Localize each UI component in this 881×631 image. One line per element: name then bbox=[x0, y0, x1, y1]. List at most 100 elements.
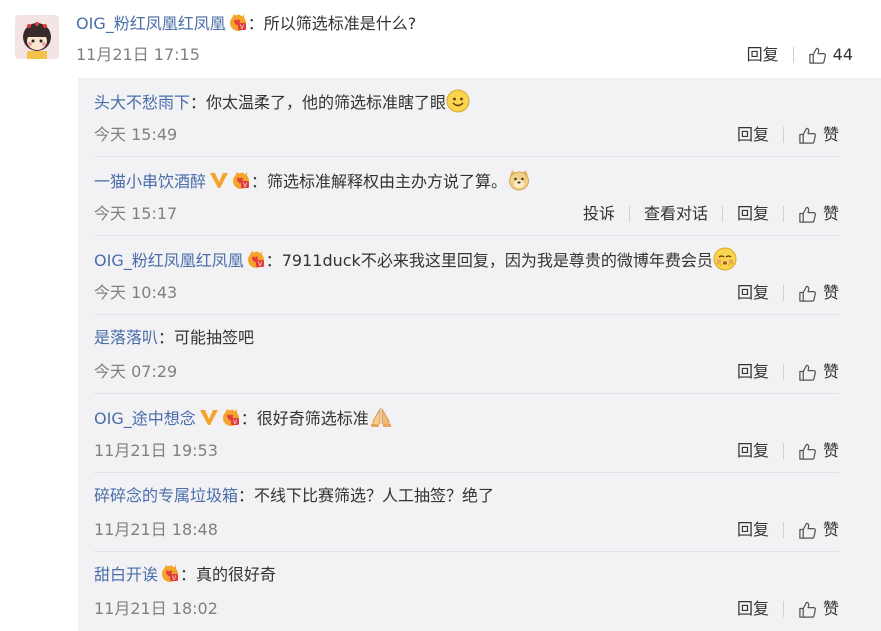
reply-text: 筛选标准解释权由主办方说了算。 bbox=[267, 172, 508, 191]
avatar-icon bbox=[15, 15, 59, 59]
reply-button[interactable]: 回复 bbox=[737, 361, 769, 383]
reply-text: 很好奇筛选标准 bbox=[256, 409, 369, 428]
action-divider bbox=[628, 206, 630, 222]
like-button[interactable]: 44 bbox=[808, 44, 853, 66]
shy-emoji-icon bbox=[713, 247, 737, 271]
reply-time: 11月21日 18:02 bbox=[94, 599, 218, 618]
reply-button[interactable]: 回复 bbox=[737, 598, 769, 620]
thumbs-up-icon bbox=[808, 46, 827, 65]
reply-text: 7911duck不必来我这里回复，因为我是尊贵的微博年费会员 bbox=[281, 251, 713, 270]
like-button[interactable]: 赞 bbox=[798, 440, 839, 462]
action-divider bbox=[782, 206, 784, 222]
like-button[interactable]: 赞 bbox=[798, 282, 839, 304]
like-label: 赞 bbox=[822, 204, 839, 223]
reply-item: OIG_途中想念 ：很好奇筛选标准 11月21日 19:53 回复 赞 bbox=[78, 394, 881, 473]
verified-v-icon[interactable] bbox=[199, 408, 219, 426]
reply-button[interactable]: 回复 bbox=[737, 203, 769, 225]
reply-line: 是落落叭：可能抽签吧 bbox=[94, 326, 254, 350]
reply-username[interactable]: 碎碎念的专属垃圾箱 bbox=[94, 486, 238, 505]
reply-line: OIG_途中想念 ：很好奇筛选标准 bbox=[94, 405, 393, 431]
reply-text: 真的很好奇 bbox=[196, 565, 277, 584]
reply-username[interactable]: 是落落叭 bbox=[94, 328, 158, 347]
verified-v-icon[interactable] bbox=[209, 171, 229, 189]
reply-line: 碎碎念的专属垃圾箱：不线下比赛筛选？人工抽签？绝了 bbox=[94, 484, 494, 508]
like-button[interactable]: 赞 bbox=[798, 124, 839, 146]
reply-button[interactable]: 回复 bbox=[737, 124, 769, 146]
like-label: 赞 bbox=[822, 441, 839, 460]
thumbs-up-icon bbox=[798, 284, 817, 303]
reply-line: 头大不愁雨下：你太温柔了，他的筛选标准瞎了眼 bbox=[94, 89, 470, 115]
reply-button[interactable]: 回复 bbox=[737, 440, 769, 462]
top-comment-line: OIG_粉红凤凰红凤凰 ：所以筛选标准是什么? bbox=[76, 12, 416, 35]
like-label: 赞 bbox=[822, 125, 839, 144]
separator: ： bbox=[238, 486, 255, 505]
pray-emoji-icon bbox=[370, 407, 391, 427]
like-button[interactable]: 赞 bbox=[798, 203, 839, 225]
action-divider bbox=[782, 601, 784, 617]
reply-line: 甜白开诶 ：真的很好奇 bbox=[94, 563, 276, 587]
reply-button[interactable]: 回复 bbox=[737, 519, 769, 541]
reply-item: 一猫小串饮酒醉 ：筛选标准解释权由主办方说了算。 今天 15:17 投诉 查看对话… bbox=[78, 157, 881, 236]
separator: ： bbox=[240, 409, 257, 428]
reply-actions: 投诉 查看对话 回复 赞 bbox=[583, 203, 839, 225]
reply-line: OIG_粉红凤凰红凤凰 ：7911duck不必来我这里回复，因为我是尊贵的微博年费… bbox=[94, 247, 737, 273]
vip-member-icon[interactable] bbox=[160, 563, 180, 583]
reply-text: 可能抽签吧 bbox=[174, 328, 255, 347]
vip-member-icon[interactable] bbox=[228, 12, 248, 32]
reply-item: 头大不愁雨下：你太温柔了，他的筛选标准瞎了眼 今天 15:49 回复 赞 bbox=[78, 78, 881, 157]
reply-username[interactable]: OIG_粉红凤凰红凤凰 bbox=[94, 251, 244, 270]
reply-username[interactable]: OIG_途中想念 bbox=[94, 409, 196, 428]
like-button[interactable]: 赞 bbox=[798, 598, 839, 620]
separator: ： bbox=[190, 93, 207, 112]
like-button[interactable]: 赞 bbox=[798, 519, 839, 541]
action-divider bbox=[782, 443, 784, 459]
reply-actions: 回复 赞 bbox=[737, 361, 839, 383]
separator: ： bbox=[251, 172, 268, 191]
action-divider bbox=[782, 522, 784, 538]
vip-member-icon[interactable] bbox=[246, 249, 266, 269]
top-comment: OIG_粉红凤凰红凤凰 ：所以筛选标准是什么? 11月21日 17:15 回复 4… bbox=[0, 0, 881, 78]
action-divider bbox=[721, 206, 723, 222]
top-comment-actions: 回复 44 bbox=[747, 44, 853, 66]
like-label: 赞 bbox=[822, 520, 839, 539]
separator: ： bbox=[180, 565, 197, 584]
reply-actions: 回复 赞 bbox=[737, 598, 839, 620]
thumbs-up-icon bbox=[798, 363, 817, 382]
top-comment-time: 11月21日 17:15 bbox=[76, 45, 200, 64]
like-label: 赞 bbox=[822, 362, 839, 381]
reply-username[interactable]: 头大不愁雨下 bbox=[94, 93, 190, 112]
like-label: 赞 bbox=[822, 599, 839, 618]
thumbs-up-icon bbox=[798, 600, 817, 619]
like-button[interactable]: 赞 bbox=[798, 361, 839, 383]
top-comment-username[interactable]: OIG_粉红凤凰红凤凰 bbox=[76, 14, 226, 33]
reply-item: 是落落叭：可能抽签吧 今天 07:29 回复 赞 bbox=[78, 315, 881, 394]
reply-line: 一猫小串饮酒醉 ：筛选标准解释权由主办方说了算。 bbox=[94, 168, 531, 194]
action-divider bbox=[782, 285, 784, 301]
reply-time: 今天 15:17 bbox=[94, 204, 178, 223]
reply-text: 不线下比赛筛选？人工抽签？绝了 bbox=[254, 486, 495, 505]
like-count: 44 bbox=[832, 45, 853, 64]
doge-emoji-icon bbox=[509, 170, 529, 191]
reply-button[interactable]: 回复 bbox=[737, 282, 769, 304]
reply-time: 今天 07:29 bbox=[94, 362, 178, 381]
reply-time: 11月21日 18:48 bbox=[94, 520, 218, 539]
reply-username[interactable]: 甜白开诶 bbox=[94, 565, 158, 584]
separator: ： bbox=[158, 328, 175, 347]
separator: ： bbox=[247, 14, 264, 33]
top-comment-text: 所以筛选标准是什么? bbox=[263, 14, 417, 33]
reply-actions: 回复 赞 bbox=[737, 282, 839, 304]
reply-button[interactable]: 回复 bbox=[747, 44, 779, 66]
view-conversation-button[interactable]: 查看对话 bbox=[644, 203, 708, 225]
vip-member-icon[interactable] bbox=[221, 407, 241, 427]
avatar[interactable] bbox=[15, 15, 59, 59]
reply-item: 碎碎念的专属垃圾箱：不线下比赛筛选？人工抽签？绝了 11月21日 18:48 回… bbox=[78, 473, 881, 552]
report-button[interactable]: 投诉 bbox=[583, 203, 615, 225]
reply-actions: 回复 赞 bbox=[737, 124, 839, 146]
reply-username[interactable]: 一猫小串饮酒醉 bbox=[94, 172, 206, 191]
vip-member-icon[interactable] bbox=[231, 170, 251, 190]
thumbs-up-icon bbox=[798, 205, 817, 224]
reply-actions: 回复 赞 bbox=[737, 440, 839, 462]
reply-actions: 回复 赞 bbox=[737, 519, 839, 541]
action-divider bbox=[782, 364, 784, 380]
thumbs-up-icon bbox=[798, 126, 817, 145]
